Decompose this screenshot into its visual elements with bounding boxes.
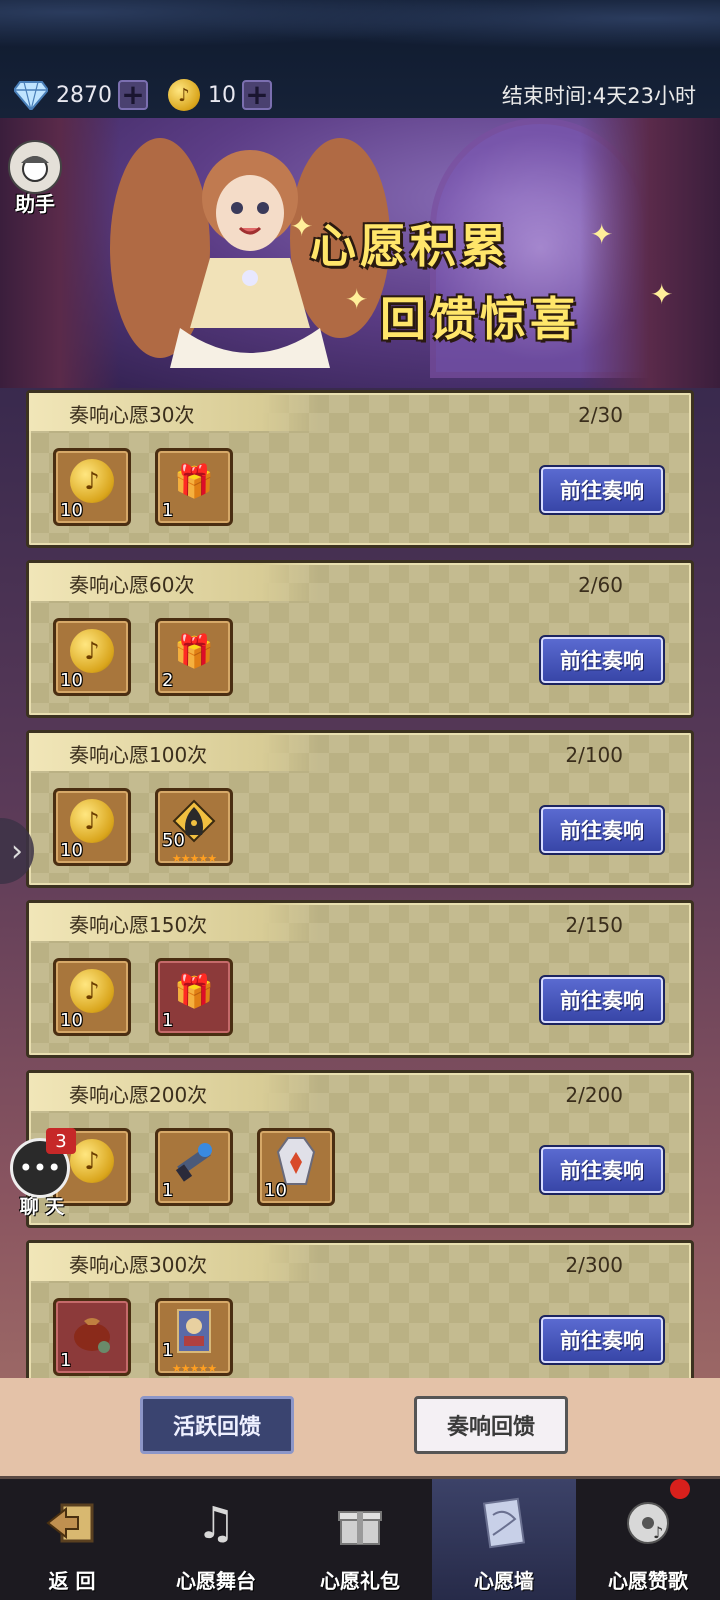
- sparkle-icon: ✦: [650, 278, 674, 311]
- banner-title-line1: 心愿积累: [310, 219, 510, 273]
- assistant-avatar: [8, 140, 62, 194]
- banner-title-line2: 回馈惊喜: [380, 292, 580, 346]
- reward-item[interactable]: 1: [53, 1298, 131, 1376]
- nav-label: 心愿赞歌: [608, 1569, 688, 1593]
- reward-qty: 10: [60, 1010, 83, 1031]
- sparkle-icon: ✦: [345, 283, 369, 316]
- sparkle-icon: ✦: [590, 218, 614, 251]
- rarity-stars: ★★★★★: [171, 1362, 217, 1375]
- go-play-button[interactable]: 前往奏响: [539, 465, 665, 515]
- reward-item[interactable]: 🎁 1: [155, 448, 233, 526]
- end-time: 结束时间:4天23小时: [501, 84, 696, 108]
- go-play-button[interactable]: 前往奏响: [539, 805, 665, 855]
- task-title: 奏响心愿100次: [69, 743, 208, 767]
- gem-count: 2870: [56, 82, 112, 108]
- nav-gift[interactable]: 心愿礼包: [288, 1479, 432, 1600]
- reward-item[interactable]: 1: [155, 1128, 233, 1206]
- reward-item[interactable]: ♪ 10: [53, 618, 131, 696]
- task-progress: 2/60: [578, 573, 623, 597]
- reward-item[interactable]: ♪ 10: [53, 448, 131, 526]
- task-card: 奏响心愿30次 2/30 ♪ 10 🎁 1 前往奏响: [26, 390, 694, 548]
- curtain-right: [580, 118, 720, 388]
- task-card: 奏响心愿100次 2/100 ♪ 10 50 ★★★★★ 前往奏响: [26, 730, 694, 888]
- task-card: 奏响心愿300次 2/300 1 1 ★★★★★ 前往奏响: [26, 1240, 694, 1380]
- reward-qty: 1: [162, 1010, 174, 1031]
- task-list: 奏响心愿30次 2/30 ♪ 10 🎁 1 前往奏响 奏响心愿60次 2/60 …: [26, 390, 694, 1380]
- wall-icon: [474, 1491, 534, 1555]
- nav-label: 心愿礼包: [320, 1569, 400, 1593]
- reward-item[interactable]: ♪ 10: [53, 958, 131, 1036]
- nav-label: 心愿舞台: [176, 1569, 256, 1593]
- go-play-button[interactable]: 前往奏响: [539, 975, 665, 1025]
- nav-anthem[interactable]: ♪ 心愿赞歌: [576, 1479, 720, 1600]
- nav-stage[interactable]: ♫ 心愿舞台: [144, 1479, 288, 1600]
- assistant-button[interactable]: 助手: [6, 140, 64, 217]
- nav-label: 返 回: [48, 1569, 96, 1593]
- chat-button[interactable]: ••• 3 聊 天: [10, 1128, 76, 1219]
- night-decoration: [0, 0, 720, 62]
- go-play-button[interactable]: 前往奏响: [539, 1145, 665, 1195]
- rarity-stars: ★★★★★: [171, 852, 217, 865]
- reward-item[interactable]: 🎁 2: [155, 618, 233, 696]
- task-card: 奏响心愿200次 2/200 ♪ 1 10 前往奏响: [26, 1070, 694, 1228]
- play-feedback-tab[interactable]: 奏响回馈: [414, 1396, 568, 1454]
- coin-count: 10: [208, 82, 236, 108]
- reward-qty: 1: [162, 500, 174, 521]
- music-coin-icon: ♪: [168, 79, 200, 111]
- reward-qty: 50: [162, 830, 185, 851]
- back-icon: [42, 1491, 102, 1555]
- gem-counter: 2870 +: [14, 78, 148, 112]
- assistant-face-icon: [21, 156, 49, 182]
- task-card: 奏响心愿60次 2/60 ♪ 10 🎁 2 前往奏响: [26, 560, 694, 718]
- task-progress: 2/30: [578, 403, 623, 427]
- go-play-button[interactable]: 前往奏响: [539, 635, 665, 685]
- notification-dot: [670, 1479, 690, 1499]
- stage-icon: ♫: [196, 1497, 236, 1549]
- reward-qty: 1: [162, 1340, 174, 1361]
- task-title: 奏响心愿60次: [69, 573, 195, 597]
- diamond-icon: [14, 81, 48, 110]
- nav-back[interactable]: 返 回: [0, 1479, 144, 1600]
- chat-label: 聊 天: [19, 1196, 65, 1218]
- record-icon: ♪: [618, 1491, 678, 1555]
- top-bar: 2870 + ♪ 10 + 结束时间:4天23小时: [0, 0, 720, 118]
- svg-text:♪: ♪: [653, 1523, 663, 1542]
- footer-panel: [0, 1378, 720, 1486]
- active-feedback-tab[interactable]: 活跃回馈: [140, 1396, 294, 1454]
- reward-qty: 10: [264, 1180, 287, 1201]
- assistant-label: 助手: [15, 192, 55, 216]
- reward-qty: 1: [60, 1350, 72, 1371]
- task-progress: 2/200: [565, 1083, 623, 1107]
- go-play-button[interactable]: 前往奏响: [539, 1315, 665, 1365]
- nav-wall[interactable]: 心愿墙: [432, 1479, 576, 1600]
- reward-item[interactable]: 1 ★★★★★: [155, 1298, 233, 1376]
- chat-badge: 3: [46, 1128, 76, 1154]
- chevron-right-icon: ›: [11, 833, 23, 869]
- reward-qty: 1: [162, 1180, 174, 1201]
- reward-qty: 10: [60, 840, 83, 861]
- task-title: 奏响心愿30次: [69, 403, 195, 427]
- reward-item[interactable]: 10: [257, 1128, 335, 1206]
- add-gems-button[interactable]: +: [118, 80, 148, 110]
- reward-qty: 10: [60, 670, 83, 691]
- reward-item[interactable]: 50 ★★★★★: [155, 788, 233, 866]
- task-card: 奏响心愿150次 2/150 ♪ 10 🎁 1 前往奏响: [26, 900, 694, 1058]
- reward-item[interactable]: ♪ 10: [53, 788, 131, 866]
- gift-icon: [330, 1491, 390, 1555]
- task-title: 奏响心愿300次: [69, 1253, 208, 1277]
- task-title: 奏响心愿150次: [69, 913, 208, 937]
- task-progress: 2/150: [565, 913, 623, 937]
- bottom-nav: 返 回 ♫ 心愿舞台 心愿礼包 心愿墙 ♪ 心愿赞歌: [0, 1476, 720, 1600]
- coin-counter: ♪ 10 +: [168, 78, 272, 112]
- task-title: 奏响心愿200次: [69, 1083, 208, 1107]
- task-progress: 2/100: [565, 743, 623, 767]
- event-banner: ✦ ✦ ✦ ✦ 心愿积累 回馈惊喜: [0, 118, 720, 388]
- reward-qty: 10: [60, 500, 83, 521]
- add-coins-button[interactable]: +: [242, 80, 272, 110]
- task-progress: 2/300: [565, 1253, 623, 1277]
- nav-label: 心愿墙: [474, 1569, 534, 1593]
- reward-item[interactable]: 🎁 1: [155, 958, 233, 1036]
- reward-qty: 2: [162, 670, 174, 691]
